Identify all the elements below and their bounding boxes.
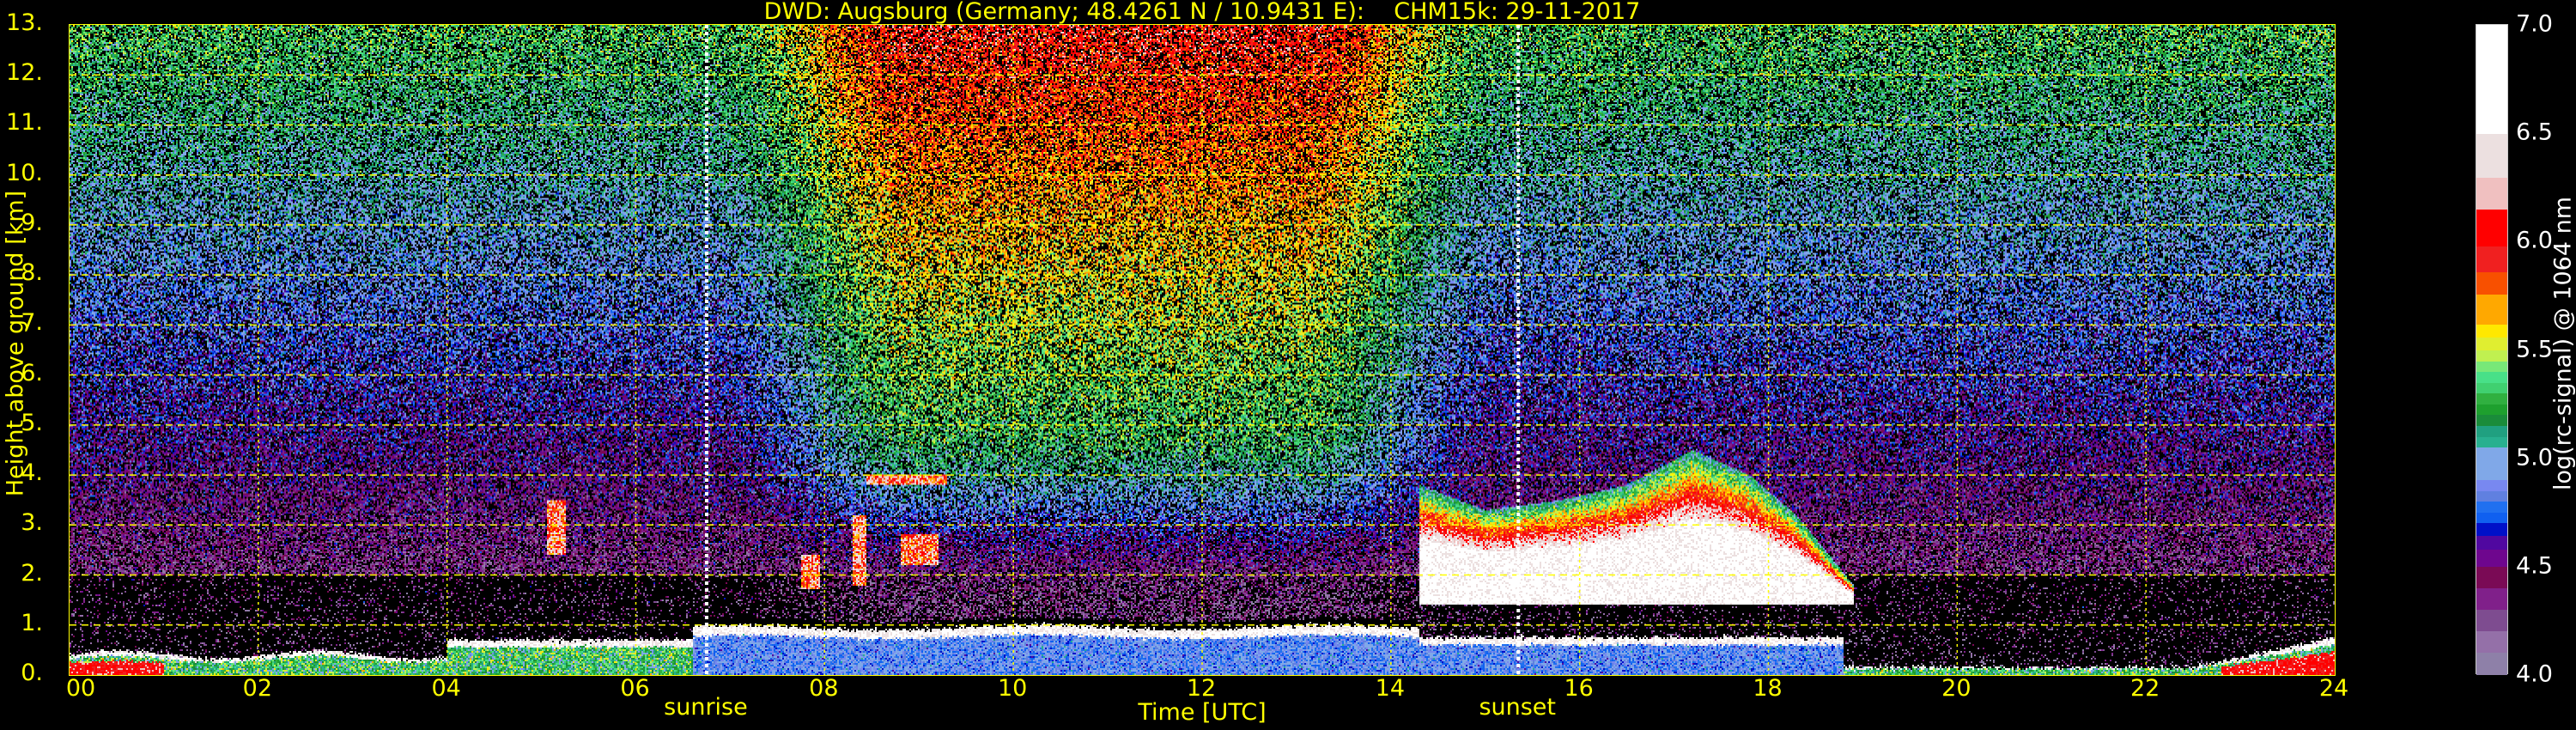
x-tick-label: 06	[620, 675, 650, 702]
colorbar-segment	[2476, 534, 2507, 550]
y-tick-label: 11.	[6, 109, 43, 137]
x-tick-label: 20	[1941, 675, 1971, 702]
colorbar-segment	[2476, 587, 2507, 610]
colorbar-segment	[2476, 349, 2507, 362]
colorbar-segment	[2476, 381, 2507, 394]
y-tick-label: 5.	[21, 409, 43, 436]
colorbar-segment	[2476, 565, 2507, 588]
colorbar-segment	[2476, 651, 2507, 675]
y-tick-label: 3.	[21, 509, 43, 537]
x-tick-label: 24	[2318, 675, 2349, 702]
colorbar-segment	[2476, 132, 2507, 178]
y-tick-label: 2.	[21, 559, 43, 587]
colorbar-tick-label: 5.5	[2516, 336, 2553, 362]
colorbar-segment	[2476, 500, 2507, 513]
colorbar-segment	[2476, 392, 2507, 405]
colorbar-segment	[2476, 435, 2507, 448]
x-tick-label: 02	[242, 675, 273, 702]
x-tick-label: 10	[997, 675, 1028, 702]
colorbar-tick-label: 5.0	[2516, 444, 2553, 471]
colorbar-segment	[2476, 25, 2507, 135]
colorbar-tick-label: 6.0	[2516, 227, 2553, 254]
colorbar-segment	[2476, 403, 2507, 416]
y-tick-label: 13.	[6, 9, 43, 36]
colorbar-segment	[2476, 336, 2507, 350]
colorbar-segment	[2476, 490, 2507, 502]
colorbar-segment	[2476, 630, 2507, 654]
y-tick-label: 10.	[6, 159, 43, 186]
y-tick-label: 12.	[6, 59, 43, 87]
y-tick-label: 6.	[21, 359, 43, 386]
y-tick-label: 1.	[21, 609, 43, 636]
colorbar-segment	[2476, 414, 2507, 427]
x-tick-label: 22	[2129, 675, 2160, 702]
colorbar-segment	[2476, 360, 2507, 373]
x-tick-label: 08	[809, 675, 839, 702]
y-tick-label: 0.	[21, 660, 43, 686]
x-tick-label: 04	[431, 675, 461, 702]
sunset-label: sunset	[1479, 694, 1556, 721]
x-tick-label: 12	[1186, 675, 1217, 702]
colorbar-segment	[2476, 478, 2507, 491]
colorbar-segment	[2476, 293, 2507, 325]
colorbar-segment	[2476, 548, 2507, 567]
chart-title: DWD: Augsburg (Germany; 48.4261 N / 10.9…	[763, 0, 1641, 25]
y-tick-label: 7.	[21, 309, 43, 337]
colorbar	[2476, 24, 2508, 675]
y-tick-label: 9.	[21, 209, 43, 236]
x-tick-label: 16	[1564, 675, 1594, 702]
colorbar-segment	[2476, 245, 2507, 273]
colorbar-label: log(rc-signal) @ 1064 nm	[2549, 196, 2576, 491]
colorbar-segment	[2476, 521, 2507, 537]
colorbar-segment	[2476, 511, 2507, 524]
colorbar-segment	[2476, 370, 2507, 383]
y-axis-label: Height above ground [km]	[2, 190, 29, 497]
grid-overlay	[70, 25, 2335, 675]
colorbar-tick-label: 4.0	[2516, 660, 2553, 688]
colorbar-segment	[2476, 176, 2507, 210]
y-tick-label: 8.	[21, 259, 43, 287]
colorbar-segment	[2476, 271, 2507, 295]
sunrise-label: sunrise	[664, 694, 748, 721]
y-tick-label: 4.	[21, 459, 43, 487]
colorbar-segment	[2476, 446, 2507, 480]
x-tick-label: 00	[65, 675, 96, 702]
colorbar-tick-label: 6.5	[2516, 119, 2553, 146]
x-tick-label: 14	[1375, 675, 1406, 702]
x-axis-label: Time [UTC]	[1138, 699, 1267, 726]
colorbar-segment	[2476, 323, 2507, 338]
colorbar-segment	[2476, 608, 2507, 632]
colorbar-segment	[2476, 424, 2507, 437]
colorbar-segment	[2476, 208, 2507, 247]
colorbar-tick-label: 4.5	[2516, 552, 2553, 580]
plot-area	[69, 24, 2336, 676]
colorbar-tick-label: 7.0	[2516, 10, 2553, 38]
x-tick-label: 18	[1753, 675, 1783, 702]
